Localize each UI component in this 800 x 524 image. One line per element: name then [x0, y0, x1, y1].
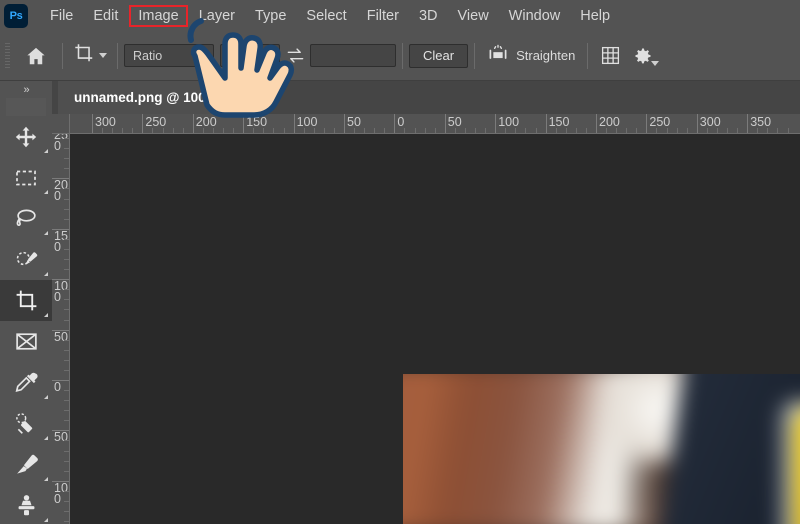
tool-flyout-triangle[interactable] [44, 518, 48, 522]
options-bar: Ratio Clear Straighten [0, 31, 800, 81]
tool-flyout-triangle[interactable] [44, 231, 48, 235]
ruler-label: 200 [195, 115, 217, 129]
straighten-button[interactable]: Straighten [481, 43, 581, 68]
menu-item-type[interactable]: Type [246, 5, 295, 27]
tool-flyout-triangle[interactable] [44, 436, 48, 440]
gear-chevron-down-icon[interactable] [651, 60, 660, 66]
options-separator-3 [402, 42, 403, 69]
options-bar-grip[interactable] [5, 42, 10, 69]
home-icon[interactable] [16, 36, 56, 76]
menu-item-layer[interactable]: Layer [190, 5, 244, 27]
ratio-width-input[interactable] [220, 44, 280, 67]
tool-preset-picker[interactable] [69, 42, 111, 69]
tool-move[interactable] [0, 116, 52, 157]
tool-quick-selection[interactable] [0, 239, 52, 280]
menu-item-help[interactable]: Help [571, 5, 619, 27]
photoshop-logo-text: Ps [9, 9, 23, 22]
ruler-label: 0 [54, 380, 61, 394]
ruler-label: 50 [347, 115, 361, 129]
menu-item-edit[interactable]: Edit [84, 5, 127, 27]
menu-item-filter[interactable]: Filter [358, 5, 408, 27]
tool-spot-healing-brush[interactable] [0, 403, 52, 444]
horizontal-ruler[interactable]: 300 250 200 150 100 50 0 50 100 150 200 250 300 350 [70, 114, 800, 134]
ruler-label: 300 [699, 115, 721, 129]
tool-flyout-triangle[interactable] [44, 272, 48, 276]
tool-flyout-triangle[interactable] [44, 313, 48, 317]
options-separator-5 [587, 42, 589, 69]
menu-item-view[interactable]: View [449, 5, 498, 27]
ruler-label: 150 [246, 115, 268, 129]
options-separator-4 [474, 42, 476, 69]
tool-brush[interactable] [0, 444, 52, 485]
tool-frame[interactable] [0, 321, 52, 362]
frame-icon [15, 333, 37, 350]
straighten-label: Straighten [516, 48, 576, 63]
crop-tool-icon [73, 42, 95, 69]
options-separator-2 [117, 42, 118, 69]
document-tab[interactable]: unnamed.png @ 100% [58, 81, 234, 114]
ruler-label: 50 [54, 430, 68, 445]
ruler-label: 100 [498, 115, 520, 129]
document-image-content [403, 374, 800, 524]
clear-button[interactable]: Clear [409, 43, 469, 68]
menu-item-image[interactable]: Image [129, 4, 188, 27]
photoshop-window: Ps File Edit Image Layer Type Select Fil… [0, 0, 800, 524]
tools-panel: » [0, 81, 52, 524]
vertical-ruler[interactable]: 250 200 150 100 50 0 50 100 [52, 134, 70, 524]
ratio-height-input[interactable] [310, 44, 396, 67]
ruler-label: 350 [750, 115, 772, 129]
gear-icon [635, 48, 651, 63]
menu-item-select[interactable]: Select [297, 5, 355, 27]
tool-clone-stamp[interactable] [0, 485, 52, 524]
tool-flyout-triangle[interactable] [44, 395, 48, 399]
document-image[interactable] [403, 374, 800, 524]
ratio-select[interactable]: Ratio [124, 44, 214, 67]
menu-bar: Ps File Edit Image Layer Type Select Fil… [0, 0, 800, 31]
ruler-label: 50 [54, 329, 68, 344]
document-tab-title: unnamed.png @ 100% [74, 90, 218, 105]
ruler-label: 250 [649, 115, 671, 129]
spot-healing-brush-icon [15, 413, 32, 434]
swap-arrows-icon[interactable] [280, 41, 310, 71]
tool-rectangular-marquee[interactable] [0, 157, 52, 198]
move-icon [15, 126, 37, 147]
menu-item-3d[interactable]: 3D [410, 5, 447, 27]
chevron-down-icon[interactable] [99, 53, 107, 58]
tools-panel-divider [6, 98, 46, 116]
ruler-label: 250 [145, 115, 167, 129]
ruler-label: 50 [447, 115, 462, 129]
tool-crop[interactable] [0, 280, 52, 321]
grid-overlay-icon[interactable] [594, 40, 626, 72]
crop-settings-button[interactable] [626, 40, 660, 72]
tool-eyedropper[interactable] [0, 362, 52, 403]
tool-flyout-triangle[interactable] [44, 190, 48, 194]
ruler-label: 300 [95, 115, 116, 129]
eyedropper-icon [15, 372, 38, 392]
ruler-label: 250 [54, 134, 68, 153]
ruler-label: 200 [599, 115, 620, 129]
ruler-label: 100 [296, 115, 318, 129]
tool-flyout-triangle[interactable] [44, 149, 48, 153]
clone-stamp-icon [18, 495, 34, 516]
tools-panel-expand-button[interactable]: » [0, 81, 52, 98]
document-tab-bar: unnamed.png @ 100% [52, 81, 800, 114]
canvas-area[interactable] [70, 134, 800, 524]
menu-item-window[interactable]: Window [500, 5, 570, 27]
crop-icon [16, 290, 36, 311]
marquee-rect-icon [16, 170, 36, 185]
ruler-corner[interactable] [52, 114, 70, 134]
ruler-label: 150 [548, 115, 570, 129]
image-yellow-shape [794, 408, 800, 524]
ruler-label: 0 [397, 115, 405, 129]
lasso-icon [16, 209, 36, 227]
photoshop-logo: Ps [4, 3, 28, 28]
brush-icon [16, 454, 38, 474]
tool-lasso[interactable] [0, 198, 52, 239]
tool-flyout-triangle[interactable] [44, 477, 48, 481]
quick-selection-icon [16, 251, 37, 266]
options-separator-1 [62, 42, 63, 69]
straighten-icon [487, 43, 509, 68]
menu-item-file[interactable]: File [41, 5, 82, 27]
